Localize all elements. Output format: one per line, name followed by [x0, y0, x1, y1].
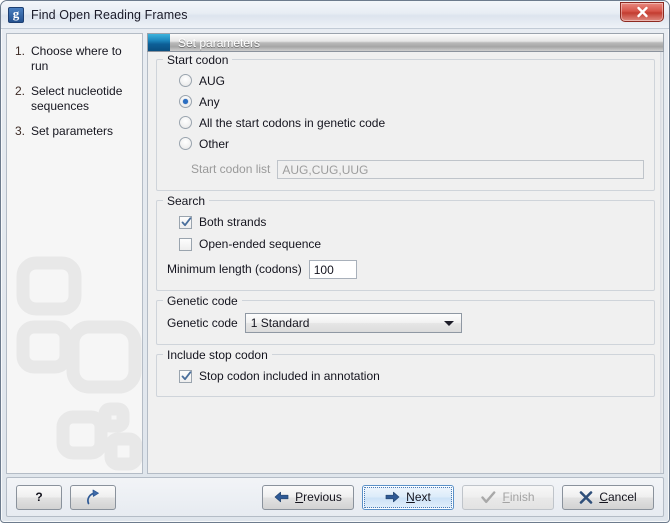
next-label: Next [406, 490, 431, 504]
step-2-number: 2. [15, 84, 26, 98]
minimum-length-row: Minimum length (codons) 100 [167, 257, 644, 281]
cancel-mnemonic: C [599, 490, 608, 504]
step-2-label: Select nucleotide sequences [31, 84, 123, 113]
next-button[interactable]: Next [362, 484, 454, 510]
radio-label-aug: AUG [199, 73, 226, 88]
step-1-label: Choose where to run [31, 44, 122, 73]
genetic-code-group: Genetic code Genetic code 1 Standard [156, 294, 655, 345]
start-codon-group-title: Start codon [163, 53, 233, 67]
steps-list: 1. Choose where to run 2. Select nucleot… [7, 34, 142, 139]
arrow-left-icon [274, 491, 289, 503]
checkbox-icon-both-strands[interactable] [179, 215, 192, 229]
check-icon [481, 490, 496, 503]
minimum-length-input[interactable]: 100 [308, 259, 357, 279]
next-mnemonic: N [406, 490, 415, 504]
include-stop-codon-group-title: Include stop codon [163, 348, 272, 362]
radio-label-all-start-codons: All the start codons in genetic code [199, 115, 386, 130]
parameters-panel: Set parameters Start codon AUG Any All t… [147, 33, 664, 474]
genetic-code-selected-value: 1 Standard [250, 316, 310, 330]
previous-button[interactable]: Previous [262, 484, 354, 510]
include-stop-codon-group: Include stop codon Stop codon included i… [156, 348, 655, 397]
dialog-body: 1. Choose where to run 2. Select nucleot… [1, 28, 669, 476]
dialog-footer: ? Previous Next Finish Cancel [6, 477, 664, 517]
checkbox-label-stop-codon-included: Stop codon included in annotation [199, 369, 380, 383]
close-x-icon [580, 490, 593, 504]
wizard-steps-sidebar: 1. Choose where to run 2. Select nucleot… [6, 33, 143, 474]
title-bar: Find Open Reading Frames [1, 1, 669, 29]
close-button[interactable] [620, 2, 664, 22]
help-label: ? [35, 490, 43, 504]
step-1-number: 1. [15, 44, 26, 58]
panel-header: Set parameters [147, 33, 664, 52]
sidebar-step-1[interactable]: 1. Choose where to run [15, 44, 136, 73]
checkbox-icon-stop-codon-included[interactable] [179, 369, 192, 383]
sidebar-step-2[interactable]: 2. Select nucleotide sequences [15, 84, 136, 113]
minimum-length-label: Minimum length (codons) [167, 262, 302, 276]
previous-rest: revious [303, 490, 342, 504]
radio-label-other: Other [199, 136, 230, 151]
dialog-window: Find Open Reading Frames [0, 0, 670, 523]
sidebar-step-3[interactable]: 3. Set parameters [15, 124, 136, 139]
search-group: Search Both strands Open-ended sequence [156, 194, 655, 291]
previous-mnemonic: P [295, 490, 304, 504]
checkbox-label-both-strands: Both strands [199, 215, 267, 229]
checkbox-icon-open-ended-sequence[interactable] [179, 237, 192, 251]
step-3-number: 3. [15, 124, 26, 138]
footer-right-buttons: Previous Next Finish Cancel [262, 484, 654, 510]
panel-header-accent [148, 34, 170, 51]
genetic-code-label: Genetic code [167, 316, 238, 330]
arrow-right-icon [385, 491, 400, 503]
radio-icon-aug[interactable] [179, 74, 192, 87]
step-3-label: Set parameters [31, 124, 114, 138]
panel-content: Start codon AUG Any All the start codons… [147, 52, 664, 474]
start-codon-group: Start codon AUG Any All the start codons… [156, 53, 655, 191]
cancel-rest: ancel [607, 490, 637, 504]
finish-label: Finish [502, 490, 534, 504]
radio-icon-other[interactable] [179, 137, 192, 150]
start-codon-list-row: Start codon list AUG,CUG,UUG [191, 157, 644, 181]
checkbox-label-open-ended-sequence: Open-ended sequence [199, 237, 322, 251]
panel-header-title: Set parameters [178, 35, 261, 50]
radio-option-any[interactable]: Any [179, 91, 644, 112]
reset-button[interactable] [70, 484, 116, 510]
previous-label: Previous [295, 490, 342, 504]
radio-icon-any[interactable] [179, 95, 192, 108]
footer-left-buttons: ? [16, 484, 116, 510]
window-title: Find Open Reading Frames [31, 7, 188, 22]
radio-icon-all-start-codons[interactable] [179, 116, 192, 129]
radio-option-other[interactable]: Other [179, 133, 644, 154]
genetic-code-group-title: Genetic code [163, 294, 242, 308]
search-group-title: Search [163, 194, 210, 208]
start-codon-list-input[interactable]: AUG,CUG,UUG [277, 159, 644, 179]
genetic-code-row: Genetic code 1 Standard [167, 311, 644, 335]
vertical-scrollbar[interactable] [660, 52, 663, 473]
radio-option-all-start-codons[interactable]: All the start codons in genetic code [179, 112, 644, 133]
checkbox-both-strands[interactable]: Both strands [179, 211, 644, 233]
checkbox-open-ended-sequence[interactable]: Open-ended sequence [179, 233, 644, 255]
checkbox-stop-codon-included[interactable]: Stop codon included in annotation [179, 365, 644, 387]
finish-button: Finish [462, 484, 554, 510]
watermark-graphic [16, 256, 142, 471]
finish-mnemonic: F [502, 490, 510, 504]
chevron-down-icon[interactable] [443, 321, 454, 326]
genetic-code-select[interactable]: 1 Standard [244, 313, 462, 333]
cancel-label: Cancel [599, 490, 636, 504]
cancel-button[interactable]: Cancel [562, 484, 654, 510]
help-button[interactable]: ? [16, 484, 62, 510]
finish-rest: inish [509, 490, 535, 504]
app-icon [8, 6, 24, 23]
next-rest: ext [414, 490, 431, 504]
radio-option-aug[interactable]: AUG [179, 70, 644, 91]
radio-label-any: Any [199, 94, 220, 109]
reset-icon [86, 489, 99, 504]
start-codon-list-label: Start codon list [191, 162, 271, 176]
